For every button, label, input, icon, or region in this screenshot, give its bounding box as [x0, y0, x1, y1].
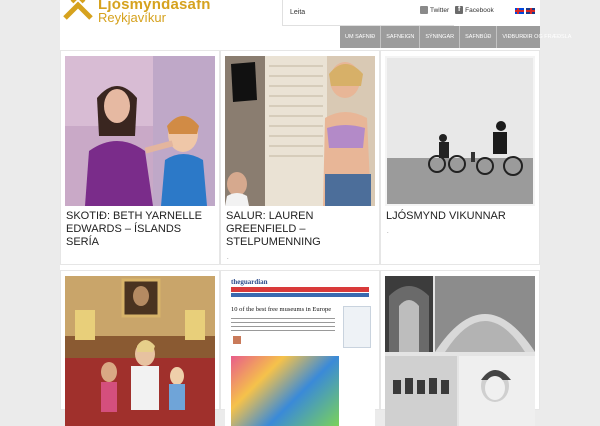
article-subnav-bar — [231, 293, 369, 297]
tile-image-collage — [385, 276, 535, 426]
twitter-label: Twitter — [430, 6, 450, 14]
language-switcher — [515, 8, 535, 14]
is-flag-icon[interactable] — [515, 8, 524, 14]
tile-guardian-article[interactable]: theguardian 10 of the best free museums … — [220, 270, 380, 426]
tile-beth-yarnelle[interactable]: SKOTIÐ: BETH YARNELLE EDWARDS – ÍSLANDS … — [60, 50, 220, 265]
twitter-icon — [420, 6, 428, 14]
tile-ljosmynd-vikunnar[interactable]: LJÓSMYND VIKUNNAR . — [380, 50, 540, 265]
tile-meta: . — [227, 255, 229, 261]
twitter-link[interactable]: Twitter — [420, 6, 449, 14]
tile-interior-family[interactable] — [60, 270, 220, 426]
facebook-icon: f — [455, 6, 464, 14]
tile-image-portrait — [65, 56, 215, 206]
facebook-link[interactable]: f Facebook — [455, 6, 494, 14]
en-flag-icon[interactable] — [526, 8, 535, 14]
tile-image-interior — [65, 276, 215, 426]
tile-title: SALUR: LAUREN GREENFIELD – STELPUMENNING — [226, 210, 321, 248]
main-nav: UM SAFNIÐ SAFNEIGN SÝNINGAR SAFNBÚÐ VIÐB… — [340, 26, 571, 48]
article-share-box — [343, 306, 371, 348]
guardian-masthead: theguardian — [231, 278, 268, 286]
logo-text-secondary: Reykjavíkur — [98, 10, 166, 25]
nav-item-vidburdir[interactable]: VIÐBURÐIR OG FRÆÐSLA — [497, 26, 576, 48]
tile-image-article: theguardian 10 of the best free museums … — [225, 276, 375, 426]
tile-title: SKOTIÐ: BETH YARNELLE EDWARDS – ÍSLANDS … — [66, 210, 202, 248]
tile-image-motorbikes — [385, 56, 535, 206]
nav-item-safnbud[interactable]: SAFNBÚÐ — [460, 26, 498, 48]
social-links: Twitter f Facebook — [420, 6, 494, 14]
tile-meta: . — [67, 241, 69, 247]
tile-title: LJÓSMYND VIKUNNAR — [386, 210, 506, 222]
article-headline: 10 of the best free museums in Europe — [231, 306, 332, 313]
tile-meta: . — [387, 229, 389, 235]
article-image — [231, 356, 339, 426]
facebook-label: Facebook — [465, 6, 494, 14]
tile-lauren-greenfield[interactable]: SALUR: LAUREN GREENFIELD – STELPUMENNING… — [220, 50, 380, 265]
page: Ljósmyndasafn Reykjavíkur Leita Twitter … — [60, 0, 571, 426]
tile-image-girls — [225, 56, 375, 206]
site-logo[interactable]: Ljósmyndasafn Reykjavíkur — [60, 0, 280, 50]
search-label: Leita — [290, 9, 306, 16]
logo-chevron-icon — [63, 0, 93, 20]
article-body-lines — [231, 318, 335, 332]
article-nav-bar — [231, 287, 369, 292]
nav-item-syningar[interactable]: SÝNINGAR — [420, 26, 461, 48]
nav-item-um-safnid[interactable]: UM SAFNIÐ — [340, 26, 382, 48]
author-avatar — [233, 336, 241, 344]
tile-collage[interactable] — [380, 270, 540, 426]
nav-item-safneign[interactable]: SAFNEIGN — [381, 26, 421, 48]
